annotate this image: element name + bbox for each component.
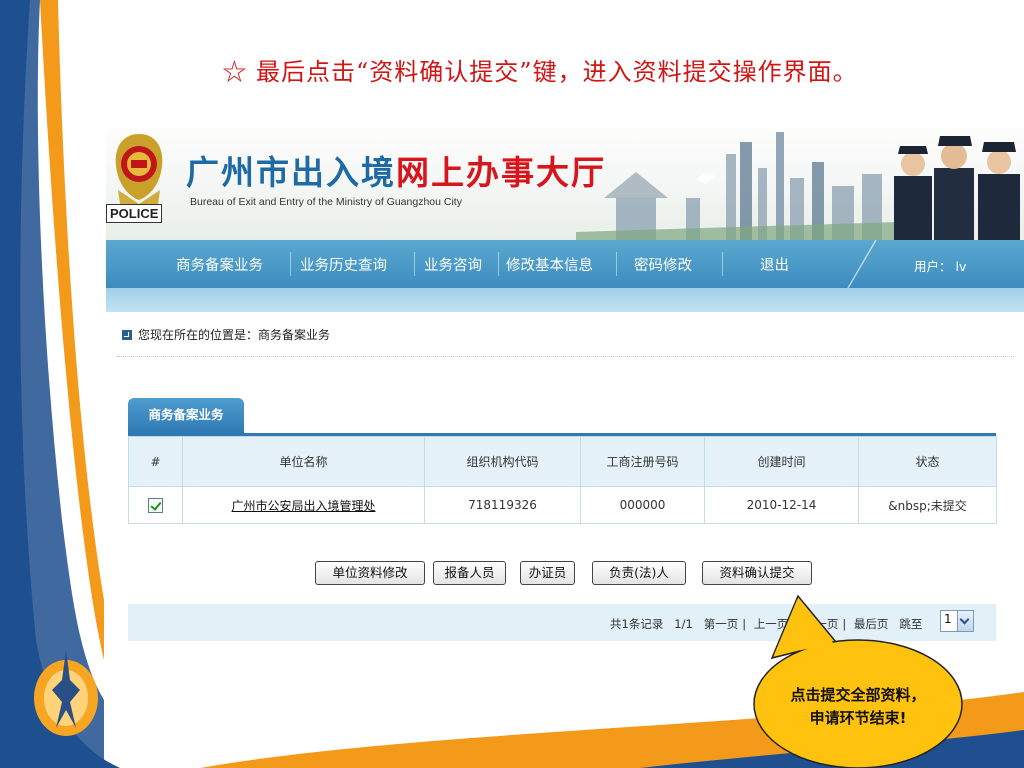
- prev-page-link[interactable]: 上一页: [754, 617, 789, 631]
- site-title-blue: 广州市出入境: [186, 153, 396, 192]
- slide: ☆ 最后点击“资料确认提交”键，进入资料提交操作界面。 POLICE 广州市出入…: [0, 0, 1024, 768]
- cell-created: 2010-12-14: [704, 486, 859, 524]
- callout-line-1: 点击提交全部资料，: [790, 686, 926, 704]
- nav-subbar: [106, 288, 1024, 312]
- page-select-value: 1: [944, 612, 952, 626]
- breadcrumb-arrow-icon: [122, 330, 132, 340]
- cell-unit-name: 广州市公安局出入境管理处: [182, 486, 425, 524]
- record-count: 共1条记录: [610, 617, 664, 631]
- police-tag: POLICE: [106, 204, 163, 223]
- nav-item-change-password[interactable]: 密码修改: [634, 254, 692, 275]
- nav-item-logout[interactable]: 退出: [760, 254, 789, 275]
- site-subtitle: Bureau of Exit and Entry of the Ministry…: [190, 196, 462, 208]
- site-banner: POLICE 广州市出入境网上办事大厅 Bureau of Exit and E…: [106, 128, 1024, 240]
- certifier-button[interactable]: 办证员: [520, 561, 575, 585]
- callout-text: 点击提交全部资料， 申请环节结束!: [758, 684, 958, 730]
- jump-label: 跳至: [899, 617, 923, 631]
- nav-separator: [414, 252, 415, 276]
- filing-table: # 单位名称 组织机构代码 工商注册号码 创建时间 状态 广州市公安局出入境管理…: [128, 436, 997, 524]
- col-header-created: 创建时间: [704, 436, 859, 487]
- current-user: 用户： lv: [914, 256, 966, 275]
- nav-item-consultation[interactable]: 业务咨询: [424, 254, 482, 275]
- nav-item-history-query[interactable]: 业务历史查询: [300, 254, 387, 275]
- cell-org-code: 718119326: [424, 486, 581, 524]
- cell-status: &nbsp;未提交: [858, 486, 997, 524]
- col-header-index: #: [128, 436, 183, 487]
- reporter-button[interactable]: 报备人员: [433, 561, 506, 585]
- tab-business-filing[interactable]: 商务备案业务: [128, 398, 244, 434]
- nav-separator: [722, 252, 723, 276]
- police-officers-image: [894, 136, 1020, 240]
- confirm-submit-button[interactable]: 资料确认提交: [702, 561, 812, 585]
- breadcrumb-text: 您现在所在的位置是：商务备案业务: [138, 328, 331, 342]
- table-header-row: # 单位名称 组织机构代码 工商注册号码 创建时间 状态: [128, 436, 997, 487]
- site-title: 广州市出入境网上办事大厅: [186, 146, 606, 194]
- page-select[interactable]: 1: [940, 610, 974, 632]
- last-page-link[interactable]: 最后页: [854, 617, 889, 631]
- next-page-link[interactable]: 下一页: [804, 617, 839, 631]
- site-title-red: 网上办事大厅: [396, 153, 606, 192]
- instruction-text: ☆ 最后点击“资料确认提交”键，进入资料提交操作界面。: [222, 58, 858, 86]
- unit-name-link[interactable]: 广州市公安局出入境管理处: [231, 499, 375, 513]
- legal-person-button[interactable]: 负责(法)人: [592, 561, 686, 585]
- col-header-status: 状态: [858, 436, 997, 487]
- nav-item-business-filing[interactable]: 商务备案业务: [176, 254, 263, 275]
- pagination: 共1条记录 1/1 第一页 | 上一页 | 下一页 | 最后页 跳至: [610, 617, 923, 631]
- col-header-org-code: 组织机构代码: [424, 436, 581, 487]
- nav-slant-divider: [847, 240, 877, 288]
- edit-unit-button[interactable]: 单位资料修改: [315, 561, 425, 585]
- page-indicator: 1/1: [674, 617, 693, 631]
- callout-line-2: 申请环节结束!: [809, 709, 907, 727]
- col-header-unit-name: 单位名称: [182, 436, 425, 487]
- nav-item-edit-info[interactable]: 修改基本信息: [506, 254, 593, 275]
- cell-reg-no: 000000: [580, 486, 705, 524]
- nav-separator: [290, 252, 291, 276]
- app-window: POLICE 广州市出入境网上办事大厅 Bureau of Exit and E…: [106, 128, 1024, 660]
- first-page-link[interactable]: 第一页: [704, 617, 739, 631]
- pagination-bar: 共1条记录 1/1 第一页 | 上一页 | 下一页 | 最后页 跳至: [128, 604, 996, 641]
- main-nav: 商务备案业务 业务历史查询 业务咨询 修改基本信息 密码修改 退出 用户： lv: [106, 240, 1024, 288]
- row-select-cell: [128, 486, 183, 524]
- breadcrumb: 您现在所在的位置是：商务备案业务: [122, 326, 330, 343]
- nav-separator: [498, 252, 499, 276]
- table-row: 广州市公安局出入境管理处 718119326 000000 2010-12-14…: [128, 486, 997, 524]
- city-skyline-image: [576, 132, 896, 240]
- chevron-down-icon: [957, 611, 973, 631]
- user-label: 用户：: [914, 259, 952, 274]
- row-checkbox[interactable]: [148, 497, 163, 513]
- breadcrumb-divider: [116, 356, 1014, 357]
- col-header-reg-no: 工商注册号码: [580, 436, 705, 487]
- nav-separator: [616, 252, 617, 276]
- user-value: lv: [955, 259, 967, 274]
- slide-logo-icon: [34, 650, 98, 736]
